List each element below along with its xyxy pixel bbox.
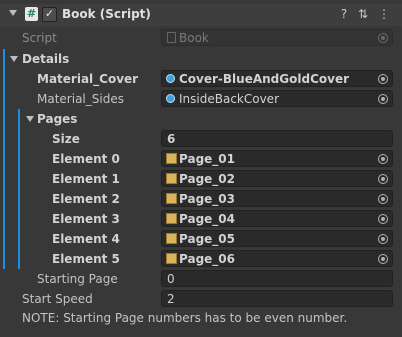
component-header: # ✓ Book (Script) ? ⇅ ⋮ <box>0 4 402 26</box>
object-picker-icon[interactable] <box>378 214 388 224</box>
start-speed-label: Start Speed <box>22 292 93 306</box>
material-cover-value: Cover-BlueAndGoldCover <box>179 72 349 86</box>
object-picker-icon[interactable] <box>378 234 388 244</box>
object-picker-icon <box>378 33 388 43</box>
object-picker-icon[interactable] <box>378 194 388 204</box>
texture-icon <box>166 253 177 264</box>
element-value: Page_03 <box>179 192 235 206</box>
script-file-icon <box>167 32 176 43</box>
texture-icon <box>166 153 177 164</box>
element-field[interactable]: Page_05 <box>161 230 393 247</box>
element-value: Page_05 <box>179 232 235 246</box>
starting-page-row: Starting Page 0 <box>0 269 402 289</box>
pages-size-row: Size 6 <box>0 129 402 149</box>
start-speed-row: Start Speed 2 <box>0 289 402 309</box>
pages-foldout[interactable]: Pages <box>0 109 402 129</box>
element-value: Page_04 <box>179 212 235 226</box>
material-cover-label: Material_Cover <box>37 72 139 86</box>
texture-icon <box>166 233 177 244</box>
object-picker-icon[interactable] <box>378 254 388 264</box>
list-item: Element 0 Page_01 <box>0 149 402 169</box>
element-label: Element 5 <box>52 252 120 266</box>
element-label: Element 0 <box>52 152 120 166</box>
object-picker-icon[interactable] <box>378 74 388 84</box>
component-title: Book (Script) <box>62 7 151 21</box>
list-item: Element 3 Page_04 <box>0 209 402 229</box>
script-label: Script <box>22 31 57 45</box>
material-sides-row: Material_Sides InsideBackCover <box>0 89 402 109</box>
checkmark-icon: ✓ <box>44 7 55 20</box>
element-label: Element 3 <box>52 212 120 226</box>
element-field[interactable]: Page_04 <box>161 210 393 227</box>
texture-icon <box>166 173 177 184</box>
details-foldout[interactable]: Details <box>0 49 402 69</box>
script-value: Book <box>179 31 209 45</box>
element-field[interactable]: Page_02 <box>161 170 393 187</box>
script-field: Book <box>161 29 393 46</box>
enable-checkbox[interactable]: ✓ <box>42 7 57 22</box>
material-cover-field[interactable]: Cover-BlueAndGoldCover <box>161 70 393 87</box>
texture-icon <box>166 213 177 224</box>
material-sides-label: Material_Sides <box>37 92 124 106</box>
size-value: 6 <box>167 132 176 146</box>
help-icon[interactable]: ? <box>337 7 351 21</box>
texture-icon <box>166 193 177 204</box>
object-picker-icon[interactable] <box>378 94 388 104</box>
material-sides-field[interactable]: InsideBackCover <box>161 90 393 107</box>
size-field[interactable]: 6 <box>161 130 393 147</box>
element-label: Element 2 <box>52 192 120 206</box>
foldout-arrow-icon[interactable] <box>9 10 17 16</box>
element-field[interactable]: Page_01 <box>161 150 393 167</box>
list-item: Element 2 Page_03 <box>0 189 402 209</box>
note-text: NOTE: Starting Page numbers has to be ev… <box>22 311 348 325</box>
menu-kebab-icon[interactable]: ⋮ <box>377 7 391 21</box>
start-speed-value: 2 <box>167 292 175 306</box>
script-row: Script Book <box>0 28 402 48</box>
starting-page-field[interactable]: 0 <box>161 270 393 287</box>
size-label: Size <box>52 132 80 146</box>
script-icon: # <box>25 7 38 21</box>
list-item: Element 1 Page_02 <box>0 169 402 189</box>
element-label: Element 1 <box>52 172 120 186</box>
element-label: Element 4 <box>52 232 120 246</box>
list-item: Element 4 Page_05 <box>0 229 402 249</box>
details-label: Details <box>22 52 70 66</box>
expand-arrow-icon[interactable] <box>10 56 18 62</box>
element-value: Page_01 <box>179 152 235 166</box>
start-speed-field[interactable]: 2 <box>161 290 393 307</box>
expand-arrow-icon[interactable] <box>26 116 34 122</box>
material-cover-row: Material_Cover Cover-BlueAndGoldCover <box>0 69 402 89</box>
list-item: Element 5 Page_06 <box>0 249 402 269</box>
presets-icon[interactable]: ⇅ <box>356 7 370 21</box>
element-value: Page_02 <box>179 172 235 186</box>
starting-page-label: Starting Page <box>37 272 118 286</box>
object-picker-icon[interactable] <box>378 174 388 184</box>
material-icon <box>166 74 175 83</box>
object-picker-icon[interactable] <box>378 154 388 164</box>
element-field[interactable]: Page_06 <box>161 250 393 267</box>
material-sides-value: InsideBackCover <box>179 92 280 106</box>
element-field[interactable]: Page_03 <box>161 190 393 207</box>
element-value: Page_06 <box>179 252 235 266</box>
material-icon <box>166 94 175 103</box>
pages-label: Pages <box>37 112 78 126</box>
starting-page-value: 0 <box>167 272 175 286</box>
